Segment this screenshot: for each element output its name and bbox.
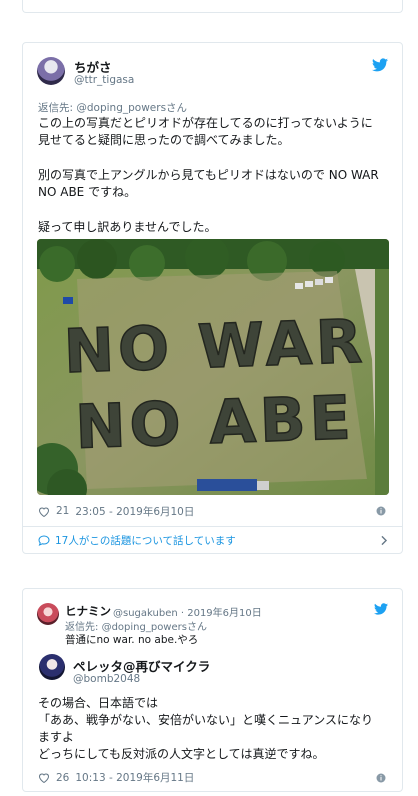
- tweet-text-paragraph-1: この上の写真だとピリオドが存在してるのに打ってないように 見せてると疑問に思った…: [38, 115, 393, 149]
- timestamp[interactable]: 10:13 - 2019年6月11日: [75, 770, 194, 785]
- reply-prefix: 返信先:: [38, 102, 77, 114]
- tweet-text: その場合、日本語では 「ああ、戦争がない、安倍がいない」と嘆くニュアンスになり …: [38, 695, 403, 763]
- tweet-text-line: NO ABE ですね。: [38, 185, 137, 199]
- info-icon[interactable]: [376, 773, 386, 783]
- info-icon[interactable]: [376, 506, 386, 516]
- tweet-text-line: 疑って申し訳ありませんでした。: [38, 220, 217, 234]
- aerial-photo-no-war-no-abe: NO WAR NO ABE: [37, 239, 389, 495]
- tweet-meta-row: 26 10:13 - 2019年6月11日: [38, 770, 194, 785]
- screen-name[interactable]: @ttr_tigasa: [74, 74, 134, 86]
- avatar[interactable]: [37, 603, 59, 625]
- photo-letters-line1: NO WAR: [63, 307, 367, 388]
- like-count[interactable]: 26: [56, 772, 69, 784]
- conversation-link-row[interactable]: 17人がこの話題について話しています: [23, 527, 402, 554]
- heart-icon[interactable]: [38, 772, 50, 783]
- twitter-bird-icon[interactable]: [374, 603, 388, 615]
- reply-mention-link[interactable]: @doping_powersさん: [76, 102, 187, 114]
- twitter-bird-icon[interactable]: [372, 58, 388, 72]
- like-count[interactable]: 21: [56, 505, 69, 517]
- parent-tweet-text: 普通にno war. no abe.やろ: [65, 634, 199, 646]
- avatar[interactable]: [37, 57, 65, 85]
- reply-to-line: 返信先: @doping_powersさん: [38, 100, 187, 115]
- photo-letters-line2: NO ABE: [74, 383, 356, 463]
- tweet-text-paragraph-3: 疑って申し訳ありませんでした。: [38, 219, 393, 236]
- screen-name-and-date[interactable]: @sugakuben · 2019年6月10日: [113, 604, 262, 619]
- tweet-text-line: 「ああ、戦争がない、安倍がいない」と嘆くニュアンスになり: [38, 713, 374, 727]
- screen-name[interactable]: @bomb2048: [73, 673, 140, 685]
- display-name[interactable]: ヒナミン: [65, 603, 111, 619]
- previous-tweet-card-bottom: [22, 0, 403, 13]
- tweet-text-line: その場合、日本語では: [38, 696, 159, 710]
- tweet-text-paragraph-2: 別の写真で上アングルから見てもピリオドはないので NO WAR NO ABE で…: [38, 167, 393, 201]
- tweet-text-line: どっちにしても反対派の人文字としては真逆ですね。: [38, 747, 325, 761]
- embedded-tweets-page: ちがさ @ttr_tigasa 返信先: @doping_powersさん この…: [0, 0, 418, 796]
- timestamp[interactable]: 23:05 - 2019年6月10日: [75, 504, 194, 519]
- reply-to-line: 返信先: @doping_powersさん: [65, 618, 207, 633]
- tweet-text-line: 別の写真で上アングルから見てもピリオドはないので NO WAR: [38, 168, 379, 182]
- tweet-text-line: ますよ: [38, 730, 75, 744]
- tweet-text-line: この上の写真だとピリオドが存在してるのに打ってないように: [38, 116, 373, 130]
- tweet-text-line: 見せてると疑問に思ったので調べてみました。: [38, 133, 290, 147]
- tweet-meta-row: 21 23:05 - 2019年6月10日: [38, 503, 194, 519]
- tweet-photo[interactable]: NO WAR NO ABE: [37, 239, 389, 495]
- tweet-card-2[interactable]: ヒナミン @sugakuben · 2019年6月10日 返信先: @dopin…: [22, 588, 403, 792]
- chat-bubble-icon: [38, 535, 50, 546]
- tweet-card-1[interactable]: ちがさ @ttr_tigasa 返信先: @doping_powersさん この…: [22, 42, 403, 554]
- heart-icon[interactable]: [38, 506, 50, 517]
- chevron-right-icon[interactable]: [380, 535, 388, 546]
- avatar[interactable]: [39, 654, 65, 680]
- conversation-text[interactable]: 17人がこの話題について話しています: [55, 533, 236, 548]
